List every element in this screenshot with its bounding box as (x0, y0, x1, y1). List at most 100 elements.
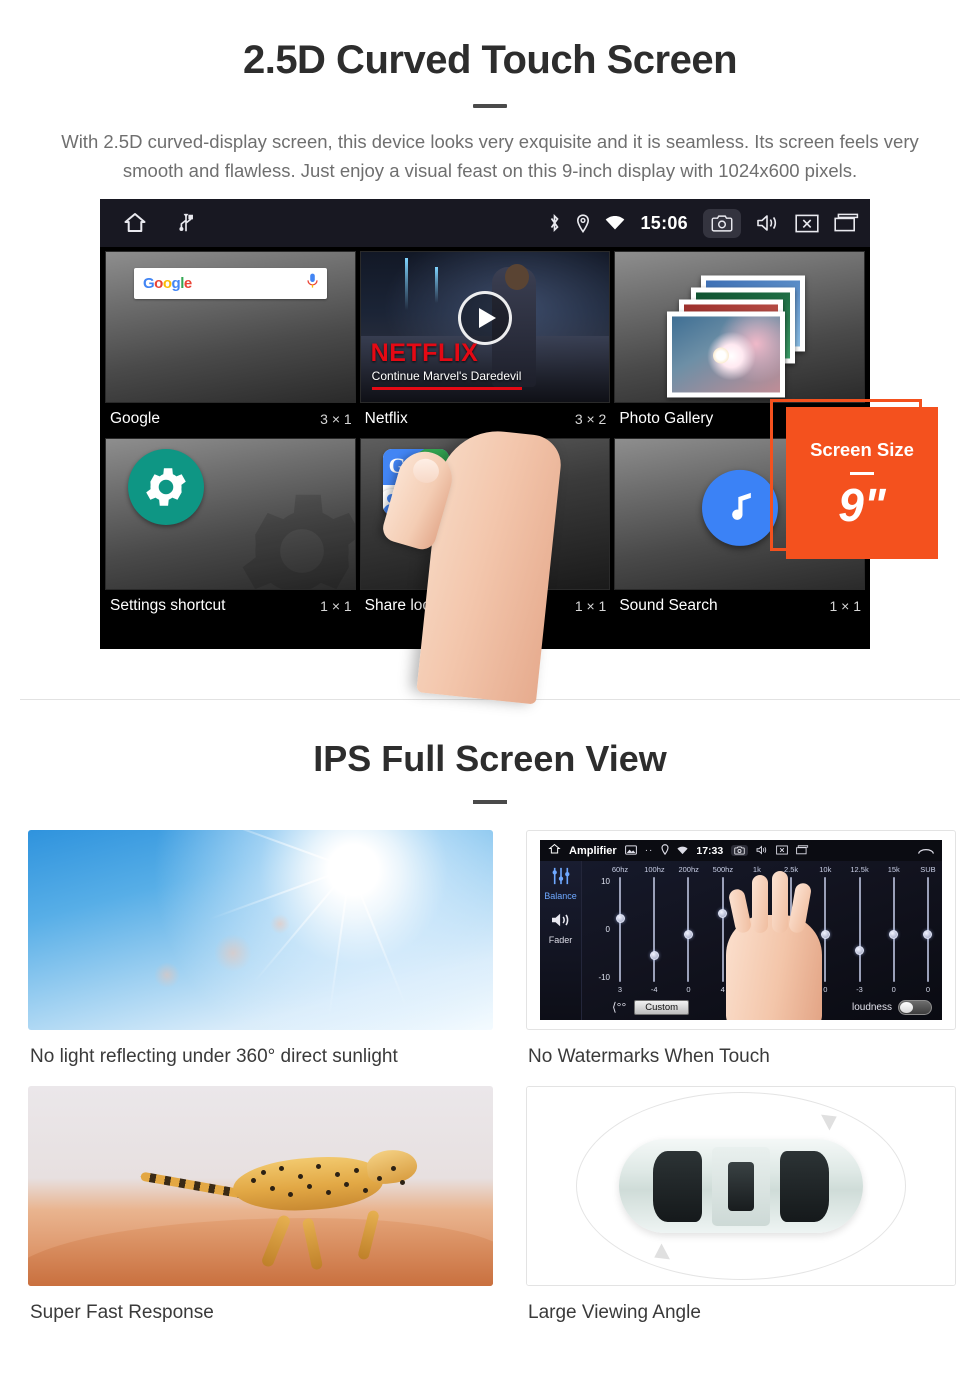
feature-card-viewing-angle: Large Viewing Angle (526, 1086, 956, 1342)
freq-label: 12.5k (850, 865, 869, 875)
back-arrow-icon[interactable]: ⟨°° (612, 1000, 626, 1014)
wifi-icon (677, 842, 688, 860)
slider-knob[interactable] (923, 929, 933, 939)
freq-label: 10k (819, 865, 832, 875)
amplifier-screenshot: Amplifier ·· 17:33 Balance Fader 60hz 10… (526, 830, 956, 1031)
slider-knob[interactable] (820, 929, 830, 939)
scale-label: 10 (601, 877, 610, 887)
camera-icon[interactable] (703, 208, 741, 238)
eq-slider-100hz[interactable] (644, 877, 664, 983)
freq-label: 1k (752, 865, 761, 875)
speaker-icon[interactable] (550, 911, 572, 934)
more-icon: ·· (644, 845, 654, 857)
back-icon[interactable] (918, 842, 934, 860)
device-preview: 15:06 Google Google 3 × 1 NETFLIX Contin… (0, 199, 980, 705)
fingernail (410, 456, 442, 487)
gear-icon-watermark (227, 476, 355, 590)
close-box-icon[interactable] (795, 214, 819, 233)
sidebar-item-fader[interactable]: Fader (549, 935, 573, 945)
photo-stack (665, 275, 815, 398)
preset-button[interactable]: Custom (634, 999, 690, 1015)
loudness-label: loudness (851, 1001, 892, 1013)
gain-value: 0 (891, 985, 896, 995)
cherry-blossom-photo (666, 311, 785, 398)
camera-icon[interactable] (731, 845, 749, 857)
close-box-icon[interactable] (776, 842, 789, 860)
feature-card-grid: No light reflecting under 360° direct su… (28, 830, 980, 1342)
gallery-icon (624, 842, 637, 860)
netflix-brand: NETFLIX (370, 339, 479, 368)
slider-knob[interactable] (683, 929, 693, 939)
page-title: 2.5D Curved Touch Screen (242, 38, 738, 82)
eq-slider-15k[interactable] (884, 877, 904, 983)
google-search-widget[interactable]: Google (105, 251, 356, 404)
sidebar-item-balance[interactable]: Balance (544, 891, 577, 901)
photo-gallery-widget[interactable] (614, 251, 866, 404)
sliders-icon[interactable] (551, 867, 571, 890)
location-pin-icon (661, 842, 669, 860)
widget-item-netflix[interactable]: NETFLIX Continue Marvel's Daredevil Netf… (359, 251, 611, 435)
widget-label-row: Netflix 3 × 2 (360, 403, 611, 435)
amplifier-title: Amplifier (569, 844, 617, 857)
volume-icon[interactable] (756, 213, 780, 233)
music-note-icon[interactable] (701, 470, 778, 547)
settings-gear-icon[interactable] (128, 449, 204, 526)
feature-card-sunlight: No light reflecting under 360° direct su… (28, 830, 493, 1086)
widget-item-google[interactable]: Google Google 3 × 1 (105, 251, 356, 435)
gain-value: -3 (856, 985, 863, 995)
search-input[interactable]: Google (134, 268, 327, 300)
ips-full-screen-view-section: IPS Full Screen View No light reflecting… (0, 700, 980, 1342)
eq-slider-12.5k[interactable] (850, 877, 870, 983)
slider-knob[interactable] (718, 908, 728, 918)
cheetah-photo (28, 1086, 493, 1287)
amplifier-app: Amplifier ·· 17:33 Balance Fader 60hz 10… (540, 840, 942, 1021)
widget-item-settings-shortcut[interactable]: Settings shortcut 1 × 1 (105, 438, 356, 622)
amplifier-body: Balance Fader 60hz 100hz 200hz 500hz 1k … (540, 861, 942, 1021)
curved-touch-screen-section: 2.5D Curved Touch Screen With 2.5D curve… (0, 0, 980, 705)
widget-size: 3 × 2 (574, 411, 607, 428)
widget-size: 1 × 1 (829, 598, 862, 615)
play-icon[interactable] (458, 291, 512, 346)
gain-value: 3 (617, 985, 623, 995)
netflix-widget[interactable]: NETFLIX Continue Marvel's Daredevil (359, 251, 611, 404)
freq-label: SUB (920, 865, 936, 875)
volume-icon[interactable] (756, 842, 768, 860)
slider-track (653, 877, 656, 983)
freq-label: 500hz (712, 865, 734, 875)
location-pin-icon (576, 214, 590, 233)
recents-icon[interactable] (834, 213, 860, 233)
slider-track (619, 877, 621, 983)
eq-slider-200hz[interactable] (678, 877, 698, 983)
slider-knob[interactable] (889, 929, 899, 939)
car-silhouette (619, 1139, 863, 1234)
car-top-view-photo (526, 1086, 956, 1287)
recents-icon[interactable] (796, 842, 809, 860)
widget-size: 3 × 1 (320, 411, 352, 428)
widget-name: Netflix (364, 410, 408, 428)
gain-value: 0 (686, 985, 691, 995)
status-clock: 15:06 (640, 212, 688, 233)
widget-label-row: Google 3 × 1 (105, 403, 356, 435)
home-icon[interactable] (548, 842, 561, 860)
widget-name: Photo Gallery (619, 410, 714, 428)
widget-label-row: Sound Search 1 × 1 (614, 590, 865, 622)
slider-knob[interactable] (855, 945, 865, 955)
scale-label: -10 (598, 973, 610, 983)
microphone-icon[interactable] (307, 273, 318, 294)
screen-size-title: Screen Size (810, 438, 914, 460)
loudness-toggle[interactable] (898, 999, 932, 1015)
widget-name: Sound Search (619, 597, 718, 615)
settings-shortcut-widget[interactable] (105, 438, 356, 591)
wifi-icon (605, 215, 625, 231)
widget-row-1: Google Google 3 × 1 NETFLIX Continue Mar… (105, 251, 866, 435)
home-icon[interactable] (122, 211, 148, 235)
eq-slider-60hz[interactable] (610, 877, 630, 983)
netflix-subtitle: Continue Marvel's Daredevil (371, 369, 522, 384)
title-underline (473, 104, 507, 108)
section-two-title: IPS Full Screen View (313, 738, 667, 780)
feature-caption: No Watermarks When Touch (528, 1046, 770, 1068)
slider-knob[interactable] (649, 950, 659, 960)
google-logo: Google (143, 275, 192, 293)
slider-knob[interactable] (615, 914, 625, 924)
eq-slider-SUB[interactable] (918, 877, 938, 983)
